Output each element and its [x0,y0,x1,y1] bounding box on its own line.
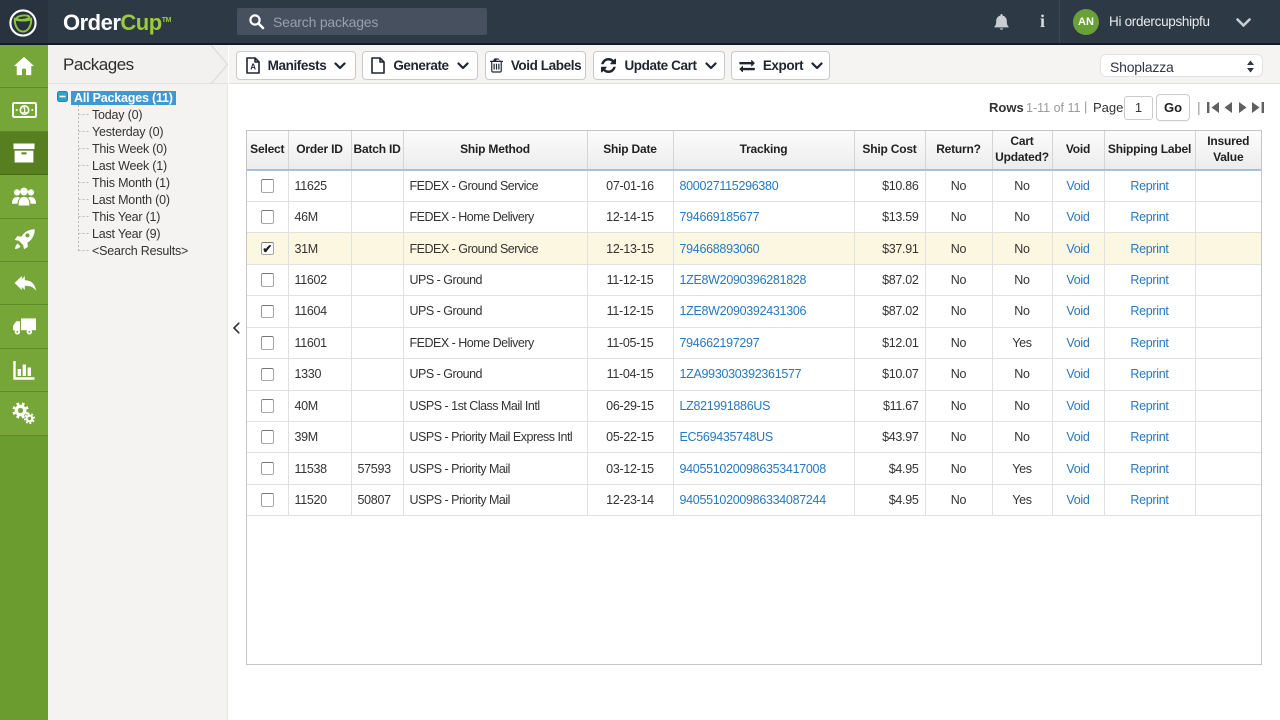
svg-text:1: 1 [22,105,27,115]
svg-text:A: A [250,63,256,72]
